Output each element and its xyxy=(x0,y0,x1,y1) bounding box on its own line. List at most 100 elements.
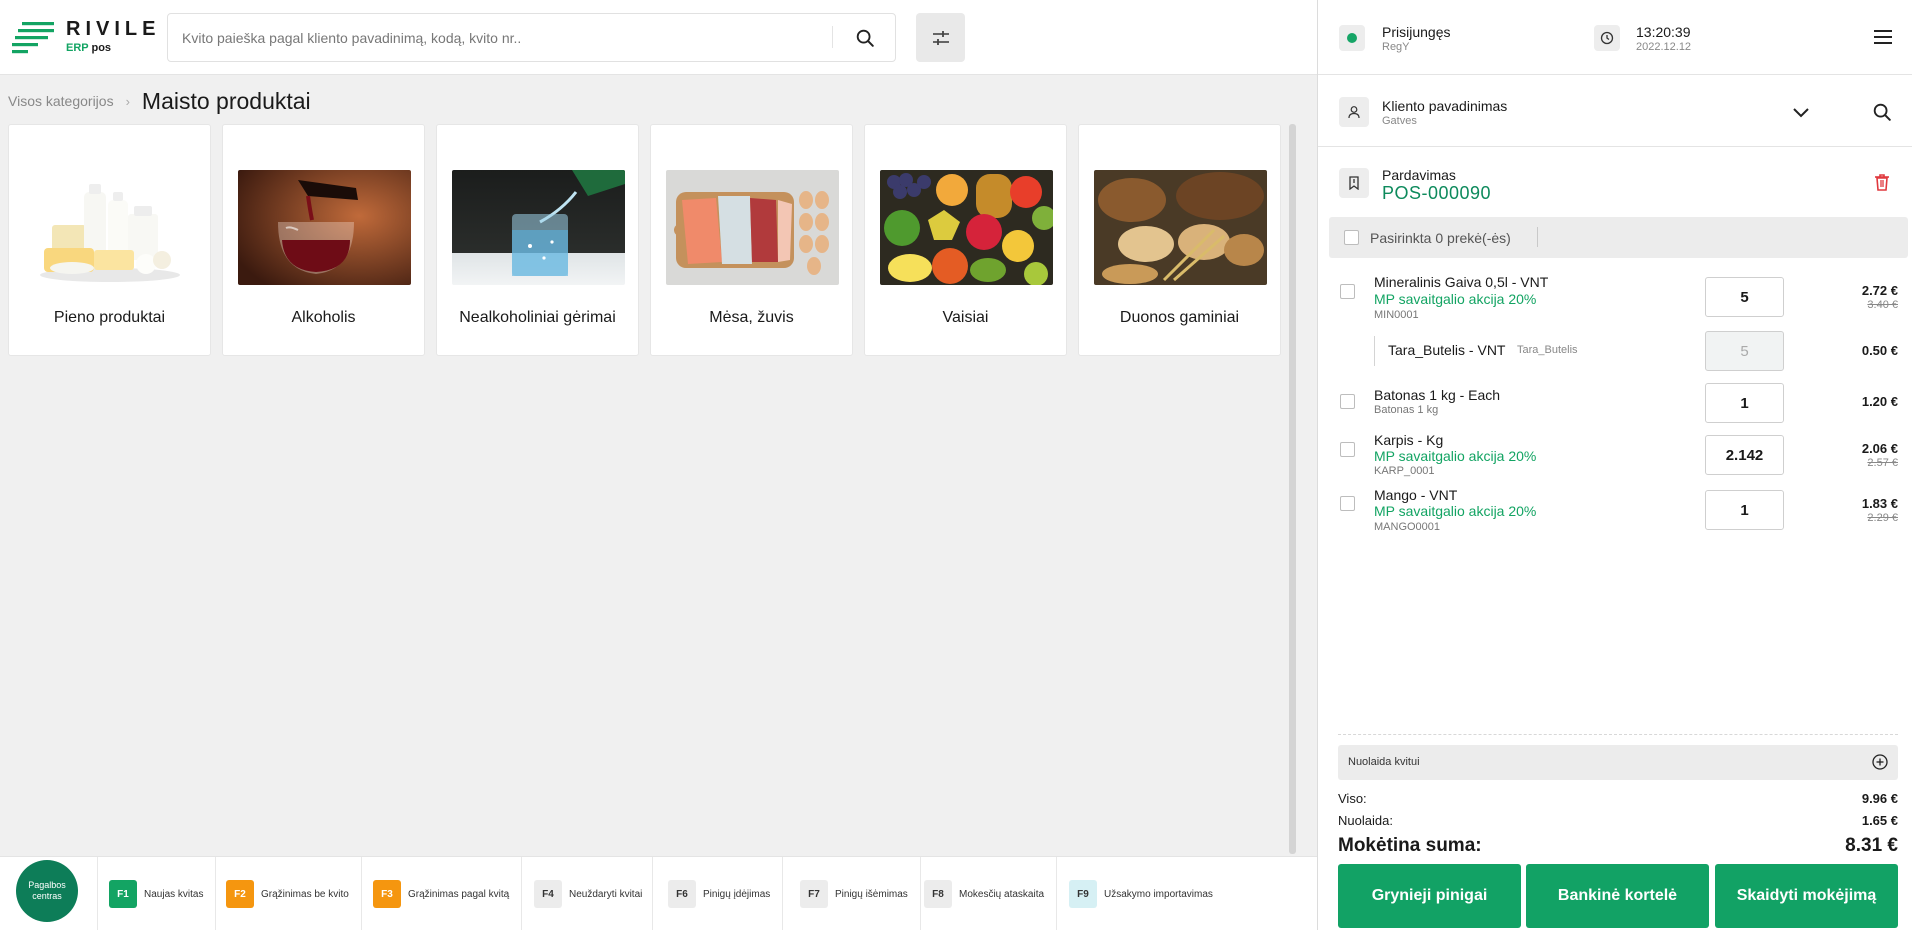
function-key-bar: Pagalbos centras F1 Naujas kvitas F2 Grą… xyxy=(0,856,1317,930)
add-circle-icon xyxy=(1872,754,1888,770)
client-selector[interactable]: Kliento pavadinimas Gatves xyxy=(1318,75,1912,147)
subline-code: Tara_Butelis xyxy=(1517,344,1578,356)
line-code: MIN0001 xyxy=(1374,309,1419,321)
line-price: 2.06 € xyxy=(1861,441,1898,456)
receipt-discount-button[interactable]: Nuolaida kvitui xyxy=(1338,745,1898,780)
quantity-input[interactable] xyxy=(1705,490,1784,530)
select-all-checkbox[interactable] xyxy=(1344,230,1359,245)
line-name: Batonas 1 kg - Each xyxy=(1374,387,1501,403)
category-card-fruits[interactable]: Vaisiai xyxy=(864,124,1067,356)
total-row: Viso: 9.96 € xyxy=(1338,791,1898,809)
discount-row: Nuolaida: 1.65 € xyxy=(1338,813,1898,831)
breadcrumb-root-link[interactable]: Visos kategorijos xyxy=(8,93,114,109)
fkey-badge: F3 xyxy=(373,880,401,908)
session-bar: Prisijungęs RegY 13:20:39 2022.12.12 xyxy=(1318,0,1912,75)
quantity-input[interactable] xyxy=(1705,277,1784,317)
category-card-alcohol[interactable]: Alkoholis xyxy=(222,124,425,356)
fkey-order-import[interactable]: F9 Užsakymo importavimas xyxy=(1057,857,1213,930)
receipt-line[interactable]: Mango - VNT MP savaitgalio akcija 20% MA… xyxy=(1318,487,1912,537)
fkey-label: Pinigų išėmimas xyxy=(835,888,908,900)
fruits-image xyxy=(880,170,1053,285)
total-value: 9.96 € xyxy=(1861,791,1898,806)
logo-erp: ERP xyxy=(66,42,89,54)
chevron-down-icon[interactable] xyxy=(1790,101,1812,123)
line-checkbox[interactable] xyxy=(1340,442,1355,457)
line-old-price: 2.29 € xyxy=(1867,512,1898,524)
category-card-bread[interactable]: Duonos gaminiai xyxy=(1078,124,1281,356)
filter-button[interactable] xyxy=(916,13,965,62)
dairy-image xyxy=(24,170,197,285)
client-address: Gatves xyxy=(1382,115,1417,127)
client-search-icon[interactable] xyxy=(1871,101,1893,123)
user-icon xyxy=(1339,97,1369,127)
search-divider xyxy=(832,26,833,48)
line-name: Mango - VNT xyxy=(1374,487,1458,503)
category-card-dairy[interactable]: Pieno produktai xyxy=(8,124,211,356)
sale-number: POS-000090 xyxy=(1382,183,1492,203)
rivile-logo[interactable]: RIVILE ERP pos xyxy=(12,18,155,58)
subline-name: Tara_Butelis - VNT xyxy=(1388,342,1506,358)
receipt-line[interactable]: Mineralinis Gaiva 0,5l - VNT MP savaitga… xyxy=(1318,274,1912,328)
category-label: Pieno produktai xyxy=(53,309,166,326)
page-title: Maisto produktai xyxy=(141,87,311,114)
fkey-badge: F6 xyxy=(668,880,696,908)
trash-icon[interactable] xyxy=(1871,171,1893,193)
totals-divider xyxy=(1338,734,1898,735)
fkey-new-receipt[interactable]: F1 Naujas kvitas xyxy=(97,857,217,930)
logo-sub: ERP pos xyxy=(66,42,111,54)
total-label: Viso: xyxy=(1338,791,1367,806)
fkey-label: Grąžinimas pagal kvitą xyxy=(408,888,510,900)
status-dot-icon xyxy=(1347,33,1357,43)
breadcrumb: Visos kategorijos › Maisto produktai xyxy=(8,86,311,116)
help-center-button[interactable]: Pagalbos centras xyxy=(16,860,78,922)
pay-cash-button[interactable]: Grynieji pinigai xyxy=(1338,864,1521,928)
line-checkbox[interactable] xyxy=(1340,496,1355,511)
bookmark-icon xyxy=(1339,168,1369,198)
search-icon[interactable] xyxy=(854,27,876,49)
fkey-cash-in[interactable]: F6 Pinigų įdėjimas xyxy=(656,857,784,930)
selected-count: Pasirinkta 0 prekė(-ės) xyxy=(1370,230,1511,246)
discount-total-value: 1.65 € xyxy=(1861,813,1898,828)
hamburger-menu-icon[interactable] xyxy=(1872,26,1894,48)
line-promo: MP savaitgalio akcija 20% xyxy=(1374,448,1537,464)
catalog-scrollbar[interactable] xyxy=(1289,124,1296,854)
fkey-return-without-receipt[interactable]: F2 Grąžinimas be kvito xyxy=(214,857,362,930)
category-card-meat-fish[interactable]: Mėsa, žuvis xyxy=(650,124,853,356)
line-checkbox[interactable] xyxy=(1340,394,1355,409)
fkey-open-receipts[interactable]: F4 Neuždaryti kvitai xyxy=(522,857,654,930)
discount-label: Nuolaida kvitui xyxy=(1348,756,1420,768)
line-old-price: 2.57 € xyxy=(1867,457,1898,469)
amount-due-label: Mokėtina suma: xyxy=(1338,835,1482,856)
line-price: 1.20 € xyxy=(1861,394,1898,409)
fkey-cash-out[interactable]: F7 Pinigų išėmimas xyxy=(788,857,921,930)
logo-name: RIVILE xyxy=(66,18,161,40)
line-checkbox[interactable] xyxy=(1340,284,1355,299)
category-label: Nealkoholiniai gėrimai xyxy=(459,309,616,326)
client-name: Kliento pavadinimas xyxy=(1382,98,1508,114)
amount-due-row: Mokėtina suma: 8.31 € xyxy=(1338,835,1898,861)
sliders-icon xyxy=(932,30,949,45)
receipt-panel: Prisijungęs RegY 13:20:39 2022.12.12 Kli… xyxy=(1317,0,1912,930)
select-all-bar: Pasirinkta 0 prekė(-ės) xyxy=(1329,217,1908,258)
fkey-badge: F2 xyxy=(226,880,254,908)
search-box xyxy=(167,13,896,62)
fkey-label: Pinigų įdėjimas xyxy=(703,888,771,900)
line-name: Karpis - Kg xyxy=(1374,432,1444,448)
receipt-line[interactable]: Batonas 1 kg - Each Batonas 1 kg 1.20 € xyxy=(1318,383,1912,430)
fkey-tax-report[interactable]: F8 Mokesčių ataskaita xyxy=(912,857,1058,930)
quantity-input[interactable] xyxy=(1705,383,1784,423)
login-status: Prisijungęs xyxy=(1382,24,1451,40)
sale-title: Pardavimas xyxy=(1382,167,1456,183)
line-promo: MP savaitgalio akcija 20% xyxy=(1374,291,1537,307)
receipt-line[interactable]: Karpis - Kg MP savaitgalio akcija 20% KA… xyxy=(1318,432,1912,482)
category-label: Vaisiai xyxy=(942,309,989,326)
line-code: KARP_0001 xyxy=(1374,465,1435,477)
search-input[interactable] xyxy=(182,14,822,61)
split-payment-button[interactable]: Skaidyti mokėjimą xyxy=(1715,864,1898,928)
category-card-soft-drinks[interactable]: Nealkoholiniai gėrimai xyxy=(436,124,639,356)
catalog-area: RIVILE ERP pos Visos kategorijos › Maist… xyxy=(0,0,1317,930)
pay-card-button[interactable]: Bankinė kortelė xyxy=(1526,864,1709,928)
receipt-subline: Tara_Butelis - VNT Tara_Butelis 0.50 € xyxy=(1318,330,1912,372)
fkey-return-by-receipt[interactable]: F3 Grąžinimas pagal kvitą xyxy=(361,857,523,930)
quantity-input[interactable] xyxy=(1705,435,1784,475)
